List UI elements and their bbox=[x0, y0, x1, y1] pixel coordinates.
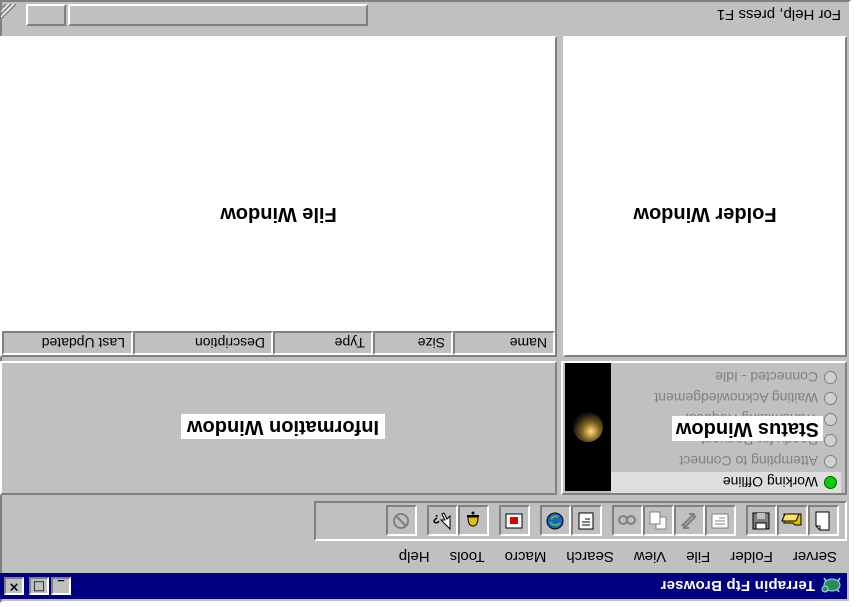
new-document-icon bbox=[816, 511, 830, 531]
toolbar: ? bbox=[314, 501, 847, 541]
transfer-icon bbox=[681, 513, 698, 529]
information-window: Information Window bbox=[0, 361, 557, 495]
globe-icon bbox=[573, 412, 603, 442]
status-item-label: Waiting Acknowledgement bbox=[654, 390, 818, 407]
title-bar[interactable]: Terrapin Ftp Browser _ □ × bbox=[0, 573, 847, 599]
view-button[interactable] bbox=[705, 505, 736, 537]
stop-record-icon bbox=[506, 513, 523, 529]
status-window-label: Status Window bbox=[671, 416, 823, 441]
menu-server[interactable]: Server bbox=[783, 549, 847, 566]
resize-grip-icon[interactable] bbox=[0, 4, 26, 26]
context-help-button[interactable]: ? bbox=[427, 505, 458, 537]
app-window: Terrapin Ftp Browser _ □ × Server Folder… bbox=[0, 0, 851, 603]
cancel-button[interactable] bbox=[386, 505, 417, 537]
save-button[interactable] bbox=[746, 505, 777, 537]
maximize-button[interactable]: □ bbox=[29, 577, 49, 595]
status-item-connected-idle: Connected - Idle bbox=[611, 367, 841, 388]
status-light-icon bbox=[824, 392, 837, 405]
bell-button[interactable] bbox=[458, 505, 489, 537]
close-button[interactable]: × bbox=[4, 577, 24, 595]
file-window-label: File Window bbox=[220, 203, 337, 225]
menu-help[interactable]: Help bbox=[389, 549, 440, 566]
menu-search[interactable]: Search bbox=[556, 549, 624, 566]
properties-button[interactable] bbox=[571, 505, 602, 537]
column-header-description[interactable]: Description bbox=[133, 331, 273, 355]
refresh-button[interactable] bbox=[540, 505, 571, 537]
status-light-icon bbox=[824, 434, 837, 447]
status-light-icon bbox=[824, 371, 837, 384]
view-icon bbox=[712, 513, 729, 529]
save-icon bbox=[753, 512, 770, 530]
copy-button[interactable] bbox=[643, 505, 674, 537]
menu-file[interactable]: File bbox=[676, 549, 720, 566]
status-item-label: Working Offline bbox=[722, 474, 818, 491]
status-bar-message: For Help, press F1 bbox=[716, 6, 841, 24]
status-item-label: Connected - Idle bbox=[715, 369, 818, 386]
menu-view[interactable]: View bbox=[624, 549, 676, 566]
information-window-label: Information Window bbox=[180, 414, 385, 439]
stop-record-button[interactable] bbox=[499, 505, 530, 537]
context-help-icon: ? bbox=[433, 512, 451, 531]
minimize-button[interactable]: _ bbox=[51, 577, 71, 595]
status-window: Working Offline Attempting to Connect Re… bbox=[561, 361, 847, 495]
open-folder-icon bbox=[781, 513, 802, 526]
column-header-size[interactable]: Size bbox=[373, 331, 453, 355]
status-item-attempting-connect: Attempting to Connect bbox=[611, 451, 841, 472]
bell-icon bbox=[467, 511, 480, 527]
menu-folder[interactable]: Folder bbox=[720, 549, 783, 566]
column-header-name[interactable]: Name bbox=[453, 331, 555, 355]
folder-window-label: Folder Window bbox=[633, 203, 777, 225]
open-button[interactable] bbox=[777, 505, 808, 537]
screen: Terrapin Ftp Browser _ □ × Server Folder… bbox=[0, 0, 865, 607]
new-button[interactable] bbox=[808, 505, 839, 537]
menu-tools[interactable]: Tools bbox=[440, 549, 495, 566]
status-bar: For Help, press F1 bbox=[0, 0, 847, 30]
connection-animation bbox=[565, 363, 611, 491]
status-bar-panel bbox=[68, 4, 368, 26]
menu-macro[interactable]: Macro bbox=[495, 549, 557, 566]
menu-bar: Server Folder File View Search Macro Too… bbox=[0, 543, 847, 571]
terrapin-app-icon bbox=[821, 577, 841, 593]
status-item-working-offline: Working Offline bbox=[611, 472, 841, 493]
status-item-label: Attempting to Connect bbox=[679, 453, 818, 470]
status-light-icon bbox=[824, 476, 837, 489]
status-light-icon bbox=[824, 413, 837, 426]
find-icon bbox=[618, 515, 637, 525]
status-item-waiting-ack: Waiting Acknowledgement bbox=[611, 388, 841, 409]
file-list-header: Name Size Type Description Last Updated bbox=[2, 331, 555, 355]
refresh-icon bbox=[547, 512, 564, 530]
properties-icon bbox=[579, 512, 594, 530]
copy-icon bbox=[650, 511, 667, 530]
status-bar-panel-small bbox=[26, 4, 66, 26]
transfer-button[interactable] bbox=[674, 505, 705, 537]
status-light-icon bbox=[824, 455, 837, 468]
file-window[interactable]: Name Size Type Description Last Updated … bbox=[0, 36, 557, 357]
column-header-type[interactable]: Type bbox=[273, 331, 373, 355]
find-button[interactable] bbox=[612, 505, 643, 537]
svg-text:?: ? bbox=[433, 512, 440, 526]
column-header-last-updated[interactable]: Last Updated bbox=[2, 331, 133, 355]
window-title: Terrapin Ftp Browser bbox=[660, 577, 815, 595]
folder-window[interactable]: Folder Window bbox=[563, 36, 847, 357]
cancel-icon bbox=[393, 513, 410, 529]
